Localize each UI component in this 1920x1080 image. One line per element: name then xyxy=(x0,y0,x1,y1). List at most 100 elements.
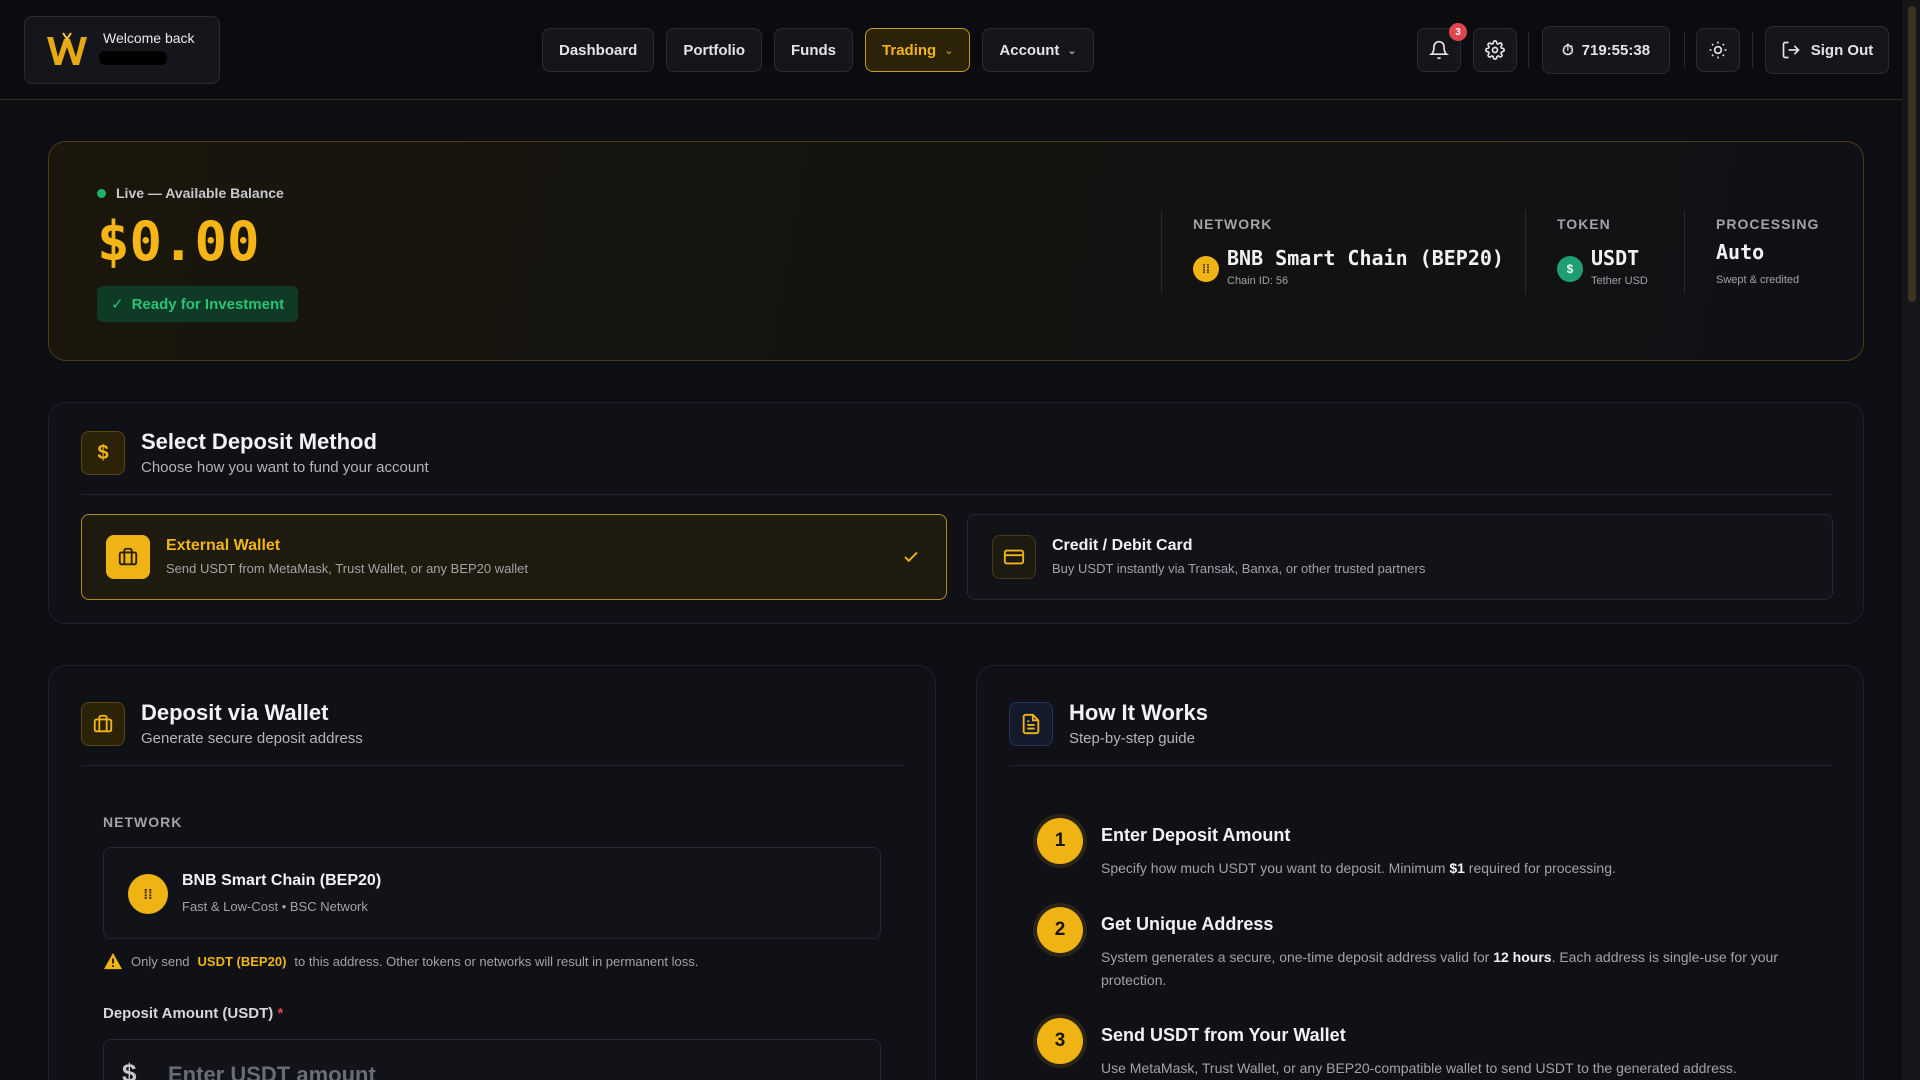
token-label: TOKEN xyxy=(1557,216,1611,232)
step-number: 1 xyxy=(1037,818,1083,864)
step-title: Enter Deposit Amount xyxy=(1101,825,1291,845)
sign-out-button[interactable]: Sign Out xyxy=(1765,26,1889,74)
step-text: System generates a secure, one-time depo… xyxy=(1101,946,1801,992)
step-text: Specify how much USDT you want to deposi… xyxy=(1101,857,1801,880)
processing-value: Auto xyxy=(1716,240,1765,264)
document-icon xyxy=(1009,702,1053,746)
nav-dashboard[interactable]: Dashboard xyxy=(542,28,655,72)
amount-input[interactable]: $ Enter USDT amount xyxy=(103,1039,881,1080)
divider xyxy=(81,494,1833,495)
section-title: Deposit via Wallet xyxy=(141,700,329,725)
username-redacted xyxy=(99,51,167,65)
processing-sub: Swept & credited xyxy=(1716,274,1800,286)
step-text-part: required for processing. xyxy=(1468,860,1616,876)
option-title: External Wallet xyxy=(166,537,281,554)
live-label-text: Live — Available Balance xyxy=(116,185,284,201)
nav-funds-label: Funds xyxy=(791,41,837,59)
warning-text: Only send xyxy=(131,953,190,969)
divider xyxy=(81,765,905,766)
check-icon: ✓ xyxy=(111,296,124,313)
nav-dashboard-label: Dashboard xyxy=(559,41,638,59)
nav-account-label: Account xyxy=(999,41,1060,59)
amount-label: Deposit Amount (USDT) * xyxy=(103,1005,283,1022)
scrollbar[interactable] xyxy=(1902,0,1920,1080)
option-external-wallet[interactable]: External Wallet Send USDT from MetaMask,… xyxy=(81,514,947,600)
warning-text: to this address. Other tokens or network… xyxy=(294,953,699,969)
usdt-icon: $ xyxy=(1557,256,1583,282)
step-text-bold: $1 xyxy=(1449,860,1465,876)
network-label: NETWORK xyxy=(103,814,183,830)
bnb-icon: ⁞⁞ xyxy=(128,874,168,914)
settings-button[interactable] xyxy=(1473,28,1517,72)
option-title: Credit / Debit Card xyxy=(1052,537,1193,554)
gear-icon xyxy=(1485,40,1505,60)
divider xyxy=(1684,32,1685,68)
sign-out-label: Sign Out xyxy=(1810,41,1874,59)
deposit-method-panel: $ Select Deposit Method Choose how you w… xyxy=(48,402,1864,624)
section-title: How It Works xyxy=(1069,700,1208,725)
network-sub: Chain ID: 56 xyxy=(1227,275,1289,287)
step-text-part: Use MetaMask, Trust Wallet, or any BEP20… xyxy=(1101,1060,1737,1076)
session-timer: ⏱ 719:55:38 xyxy=(1542,26,1670,74)
divider xyxy=(1525,210,1526,294)
amount-label-text: Deposit Amount (USDT) xyxy=(103,1005,274,1022)
theme-toggle-button[interactable] xyxy=(1696,28,1740,72)
required-mark: * xyxy=(277,1005,284,1022)
notifications-button[interactable]: 3 xyxy=(1417,23,1467,72)
credit-card-icon xyxy=(992,535,1036,579)
how-it-works-panel: How It Works Step-by-step guide 1 Enter … xyxy=(976,665,1864,1080)
timer-value: 719:55:38 xyxy=(1581,41,1651,59)
nav-portfolio[interactable]: Portfolio xyxy=(666,28,763,72)
live-dot-icon xyxy=(97,188,106,198)
divider xyxy=(1684,210,1685,294)
option-card[interactable]: Credit / Debit Card Buy USDT instantly v… xyxy=(967,514,1833,600)
stopwatch-icon: ⏱ xyxy=(1561,41,1574,59)
token-sub: Tether USD xyxy=(1591,275,1648,287)
network-label: NETWORK xyxy=(1193,216,1273,232)
scrollbar-thumb[interactable] xyxy=(1908,6,1916,302)
warning-token: USDT (BEP20) xyxy=(197,953,287,969)
logo-icon xyxy=(47,32,87,65)
balance-panel: Live — Available Balance $0.00 ✓ Ready f… xyxy=(48,141,1864,361)
balance-amount: $0.00 xyxy=(97,210,260,273)
step-text-part: System generates a secure, one-time depo… xyxy=(1101,949,1490,965)
nav-account[interactable]: Account ⌄ xyxy=(982,28,1094,72)
dollar-icon: $ xyxy=(122,1058,137,1080)
main-nav: Dashboard Portfolio Funds Trading ⌄ Accou… xyxy=(542,28,1094,72)
network-select[interactable]: ⁞⁞ BNB Smart Chain (BEP20) Fast & Low-Co… xyxy=(103,847,881,939)
nav-trading[interactable]: Trading ⌄ xyxy=(865,28,971,72)
network-title: BNB Smart Chain (BEP20) xyxy=(182,872,382,889)
processing-label: PROCESSING xyxy=(1716,216,1820,232)
step-text-bold: 12 hours xyxy=(1493,949,1552,965)
top-bar: Welcome back Dashboard Portfolio Funds T… xyxy=(0,0,1902,100)
chevron-down-icon: ⌄ xyxy=(944,44,954,57)
step-title: Get Unique Address xyxy=(1101,914,1274,934)
chevron-down-icon: ⌄ xyxy=(1067,44,1077,57)
bell-icon xyxy=(1429,40,1449,60)
nav-portfolio-label: Portfolio xyxy=(683,41,746,59)
dollar-icon: $ xyxy=(81,431,125,475)
warning-icon xyxy=(104,952,122,970)
option-subtitle: Buy USDT instantly via Transak, Banxa, o… xyxy=(1052,561,1426,576)
step-title: Send USDT from Your Wallet xyxy=(1101,1025,1346,1045)
briefcase-icon xyxy=(81,702,125,746)
live-balance-label: Live — Available Balance xyxy=(97,185,284,201)
logout-icon xyxy=(1782,41,1800,59)
divider xyxy=(1528,32,1529,68)
network-warning: Only send USDT (BEP20) to this address. … xyxy=(103,952,698,970)
welcome-text: Welcome back xyxy=(103,30,195,46)
bnb-icon: ⁞⁞ xyxy=(1193,256,1219,282)
user-card[interactable]: Welcome back xyxy=(24,16,220,84)
step-number: 3 xyxy=(1037,1018,1083,1064)
section-subtitle: Choose how you want to fund your account xyxy=(141,459,429,476)
status-badge-text: Ready for Investment xyxy=(131,295,285,313)
section-subtitle: Generate secure deposit address xyxy=(141,730,363,747)
notification-badge: 3 xyxy=(1449,23,1467,41)
briefcase-icon xyxy=(106,535,150,579)
network-subtitle: Fast & Low-Cost • BSC Network xyxy=(182,899,368,914)
step-text-part: Specify how much USDT you want to deposi… xyxy=(1101,860,1446,876)
nav-funds[interactable]: Funds xyxy=(774,28,854,72)
divider xyxy=(1161,210,1162,294)
sun-icon xyxy=(1709,41,1727,59)
divider xyxy=(1752,32,1753,68)
